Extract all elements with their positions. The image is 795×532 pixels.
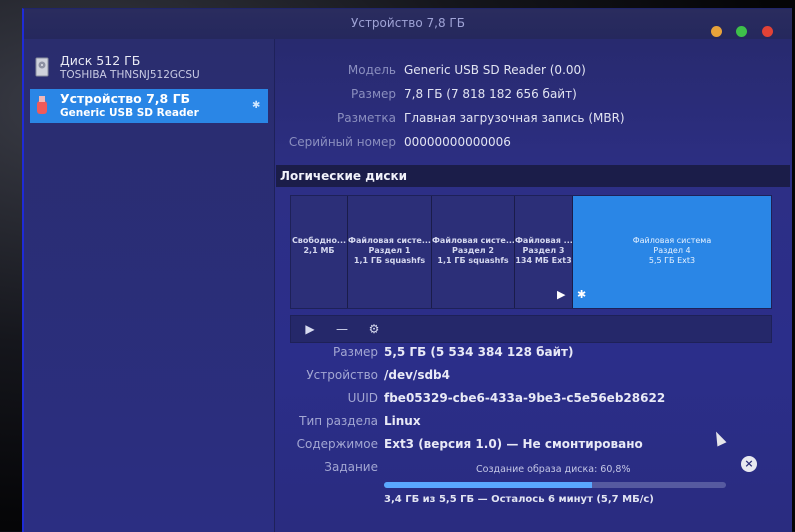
partition-settings-button[interactable]: ⚙ — [363, 319, 385, 339]
minimize-button[interactable] — [711, 26, 722, 37]
detail-contents-row: Содержимое Ext3 (версия 1.0) — Не смонти… — [24, 437, 792, 455]
play-icon: ▶ — [305, 322, 315, 336]
detail-device-label: Устройство — [306, 368, 378, 382]
detail-device-value: /dev/sdb4 — [384, 368, 450, 382]
volume-toolbar: ▶ — ⚙ — [290, 315, 772, 343]
detail-uuid-label: UUID — [347, 391, 378, 405]
detail-type-label: Тип раздела — [299, 414, 378, 428]
segment-line1: Файловая система — [632, 236, 712, 245]
detail-contents-label: Содержимое — [296, 437, 378, 451]
partitioning-label: Разметка — [337, 111, 396, 125]
segment-line1: Файловая ... — [515, 236, 572, 245]
close-icon: × — [744, 457, 754, 470]
detail-size-value: 5,5 ГБ (5 534 384 128 байт) — [384, 345, 574, 359]
detail-contents-value: Ext3 (версия 1.0) — Не смонтировано — [384, 437, 643, 451]
cancel-job-button[interactable]: × — [741, 456, 757, 472]
segment-line2: Раздел 1 — [368, 246, 411, 255]
detail-type-row: Тип раздела Linux — [24, 414, 792, 432]
segment-line1: Файловая систе... — [348, 236, 431, 245]
segment-line3: 1,1 ГБ squashfs — [437, 256, 509, 265]
segment-line2: 2,1 МБ — [303, 246, 335, 255]
serial-label: Серийный номер — [288, 135, 396, 149]
detail-type-value: Linux — [384, 414, 421, 428]
detail-device-row: Устройство /dev/sdb4 — [24, 368, 792, 386]
play-icon: ▶ — [557, 288, 566, 301]
partitioning-value: Главная загрузочная запись (MBR) — [404, 111, 625, 125]
segment-line2: Раздел 4 — [653, 246, 691, 255]
model-row: Модель Generic USB SD Reader (0.00) — [24, 63, 792, 81]
detail-job-row: Задание — [24, 460, 792, 478]
serial-value: 00000000000006 — [404, 135, 511, 149]
detail-size-row: Размер 5,5 ГБ (5 534 384 128 байт) — [24, 345, 792, 363]
segment-line2: Раздел 3 — [522, 246, 565, 255]
segment-partition-3[interactable]: Файловая ... Раздел 3 134 МБ Ext3 ▶ — [515, 196, 573, 308]
segment-free-space[interactable]: Свободно... 2,1 МБ — [291, 196, 348, 308]
job-progress-detail: 3,4 ГБ из 5,5 ГБ — Осталось 6 минут (5,7… — [384, 494, 654, 505]
size-label: Размер — [350, 87, 396, 101]
segment-partition-2[interactable]: Файловая систе... Раздел 2 1,1 ГБ squash… — [432, 196, 515, 308]
job-status-text: Создание образа диска: 60,8% — [476, 464, 631, 475]
segment-line3: 134 МБ Ext3 — [515, 256, 572, 265]
close-button[interactable] — [762, 26, 773, 37]
detail-job-label: Задание — [324, 460, 378, 474]
gears-icon: ⚙ — [368, 322, 380, 336]
detail-uuid-row: UUID fbe05329-cbe6-433a-9be3-c5e56eb2862… — [24, 391, 792, 409]
detail-uuid-value: fbe05329-cbe6-433a-9be3-c5e56eb28622 — [384, 391, 666, 405]
segment-partition-4[interactable]: Файловая система Раздел 4 5,5 ГБ Ext3 ✱ — [573, 196, 771, 308]
size-value: 7,8 ГБ (7 818 182 656 байт) — [404, 87, 577, 101]
delete-partition-button[interactable]: — — [331, 319, 353, 339]
job-progress-fill — [384, 482, 592, 488]
maximize-button[interactable] — [736, 26, 747, 37]
model-value: Generic USB SD Reader (0.00) — [404, 63, 586, 77]
busy-spinner-icon: ✱ — [577, 288, 587, 301]
segment-line3: 1,1 ГБ squashfs — [353, 256, 426, 265]
segment-line1: Свободно... — [291, 236, 347, 245]
segment-line1: Файловая систе... — [432, 236, 514, 245]
volumes-heading: Логические диски — [276, 165, 790, 187]
model-label: Модель — [347, 63, 396, 77]
minus-icon: — — [336, 322, 348, 336]
size-row: Размер 7,8 ГБ (7 818 182 656 байт) — [24, 87, 792, 105]
title-bar: Устройство 7,8 ГБ — [24, 9, 792, 39]
mount-button[interactable]: ▶ — [299, 319, 321, 339]
disks-window: Устройство 7,8 ГБ Диск 512 ГБ TOSHIBA TH… — [22, 8, 792, 532]
partitioning-row: Разметка Главная загрузочная запись (MBR… — [24, 111, 792, 129]
partition-map: Свободно... 2,1 МБ Файловая систе... Раз… — [290, 195, 772, 309]
segment-line2: Раздел 2 — [451, 246, 494, 255]
job-progress-bar — [384, 482, 726, 488]
segment-line3: 5,5 ГБ Ext3 — [648, 256, 696, 265]
detail-size-label: Размер — [332, 345, 378, 359]
window-title: Устройство 7,8 ГБ — [351, 16, 465, 30]
segment-partition-1[interactable]: Файловая систе... Раздел 1 1,1 ГБ squash… — [348, 196, 432, 308]
serial-row: Серийный номер 00000000000006 — [24, 135, 792, 153]
